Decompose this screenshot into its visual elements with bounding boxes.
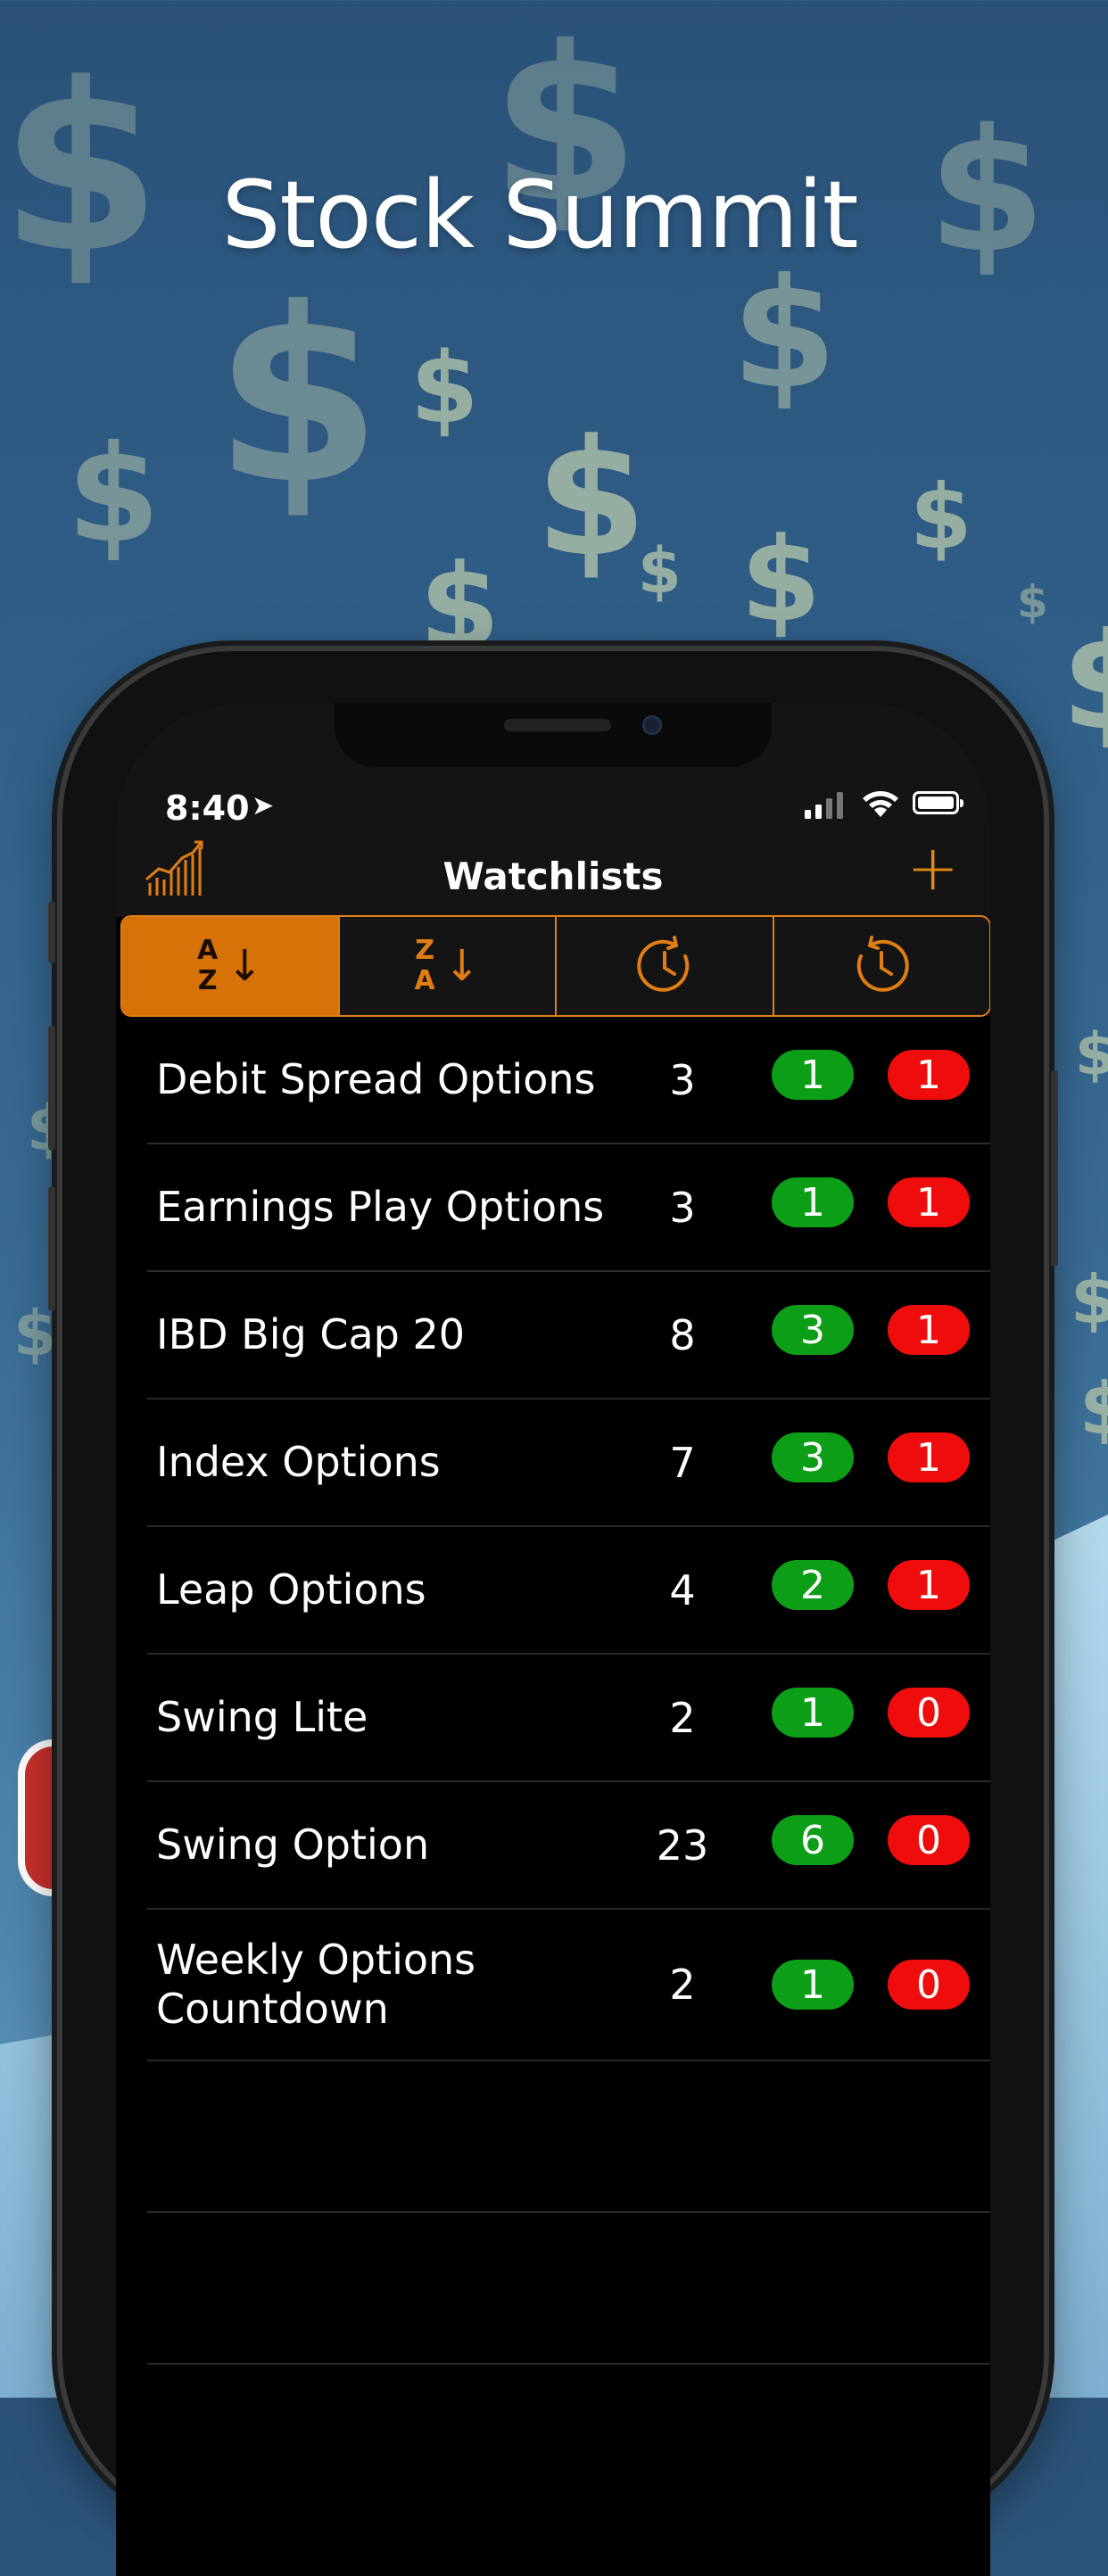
status-time: 8:40 xyxy=(165,788,250,828)
dollar-sign-decoration: $ xyxy=(214,256,382,537)
watchlist-name: Leap Options xyxy=(156,1565,426,1614)
symbol-count: 2 xyxy=(669,1693,696,1742)
symbol-count: 4 xyxy=(669,1565,696,1614)
dollar-sign-decoration: $ xyxy=(1079,1367,1108,1450)
sort-a-z-button[interactable]: A Z ↓ xyxy=(122,917,340,1015)
gainers-badge: 3 xyxy=(772,1305,854,1355)
dollar-sign-decoration: $ xyxy=(1075,1021,1108,1088)
losers-badge: 1 xyxy=(888,1177,970,1227)
watchlist-name: Weekly Options Countdown xyxy=(156,1935,476,2033)
losers-badge: 0 xyxy=(888,1960,970,2010)
watchlist-row[interactable]: IBD Big Cap 20 8 3 1 xyxy=(147,1272,990,1399)
sort-oldest-button[interactable] xyxy=(774,917,990,1015)
gainers-badge: 1 xyxy=(772,1050,854,1100)
dollar-sign-decoration: $ xyxy=(638,534,682,607)
empty-row xyxy=(147,2061,990,2213)
gainers-badge: 1 xyxy=(772,1960,854,2010)
dollar-sign-decoration: $ xyxy=(1017,576,1048,628)
location-arrow-icon: ➤ xyxy=(252,790,275,822)
losers-badge: 1 xyxy=(888,1305,970,1355)
down-arrow-icon: ↓ xyxy=(443,941,480,991)
losers-badge: 1 xyxy=(888,1560,970,1610)
losers-badge: 0 xyxy=(888,1688,970,1738)
gainers-badge: 1 xyxy=(772,1688,854,1738)
gainers-badge: 6 xyxy=(772,1815,854,1865)
symbol-count: 8 xyxy=(669,1310,696,1359)
watchlist-name: Earnings Play Options xyxy=(156,1182,605,1231)
sort-z-a-icon: Z A xyxy=(414,934,435,996)
volume-down-button xyxy=(48,1186,55,1311)
power-button xyxy=(1051,1070,1058,1267)
dollar-sign-decoration: $ xyxy=(1071,1260,1108,1339)
watchlist-row[interactable]: Leap Options 4 2 1 xyxy=(147,1527,990,1655)
watchlist-row[interactable]: Swing Lite 2 1 0 xyxy=(147,1655,990,1782)
watchlist-name: Swing Option xyxy=(156,1820,430,1869)
speaker-grille xyxy=(504,719,611,731)
phone-notch xyxy=(335,703,772,767)
phone-frame: 8:40 ➤ Watchlists + A Z ↓ Z A ↓ Debit Sp… xyxy=(48,651,1058,2576)
navigation-bar: Watchlists + xyxy=(116,828,990,917)
dollar-sign-decoration: $ xyxy=(732,246,838,423)
symbol-count: 2 xyxy=(669,1961,696,2009)
sort-a-z-icon: A Z xyxy=(197,934,219,996)
front-camera xyxy=(642,715,662,735)
dollar-sign-decoration: $ xyxy=(67,417,161,573)
watchlist-row[interactable]: Weekly Options Countdown 2 1 0 xyxy=(147,1910,990,2061)
dollar-sign-decoration: $ xyxy=(410,331,479,445)
dollar-sign-decoration: $ xyxy=(740,512,822,648)
down-arrow-icon: ↓ xyxy=(227,941,263,991)
empty-row xyxy=(147,2213,990,2365)
symbol-count: 3 xyxy=(669,1055,696,1104)
watchlist-row[interactable]: Debit Spread Options 3 1 1 xyxy=(147,1017,990,1144)
volume-up-button xyxy=(48,1026,55,1151)
watchlist-row[interactable]: Swing Option 23 6 0 xyxy=(147,1782,990,1910)
watchlist-name: IBD Big Cap 20 xyxy=(156,1309,465,1358)
gainers-badge: 2 xyxy=(772,1560,854,1610)
phone-screen: 8:40 ➤ Watchlists + A Z ↓ Z A ↓ Debit Sp… xyxy=(116,703,990,2576)
dollar-sign-decoration: $ xyxy=(910,465,972,569)
mute-switch xyxy=(48,901,55,963)
watchlist-name: Index Options xyxy=(156,1437,441,1486)
dollar-sign-decoration: $ xyxy=(535,406,648,592)
add-watchlist-button[interactable]: + xyxy=(906,837,959,899)
losers-badge: 1 xyxy=(888,1432,970,1482)
cellular-signal-icon xyxy=(805,792,843,819)
gainers-badge: 3 xyxy=(772,1432,854,1482)
sort-z-a-button[interactable]: Z A ↓ xyxy=(340,917,557,1015)
clock-forward-icon xyxy=(637,936,689,992)
watchlist-row[interactable]: Index Options 7 3 1 xyxy=(147,1399,990,1527)
sort-segmented-control: A Z ↓ Z A ↓ xyxy=(120,915,990,1017)
wifi-icon xyxy=(863,791,898,817)
clock-history-icon xyxy=(857,936,909,992)
gainers-badge: 1 xyxy=(772,1177,854,1227)
dollar-sign-decoration: $ xyxy=(1062,615,1108,749)
symbol-count: 23 xyxy=(656,1821,709,1870)
watchlist-name: Debit Spread Options xyxy=(156,1054,596,1103)
dollar-sign-decoration: $ xyxy=(419,539,500,674)
losers-badge: 1 xyxy=(888,1050,970,1100)
battery-icon xyxy=(913,791,963,814)
symbol-count: 7 xyxy=(669,1438,696,1487)
symbol-count: 3 xyxy=(669,1183,696,1232)
hero-title: Stock Summit xyxy=(221,161,858,269)
watchlist-row[interactable]: Earnings Play Options 3 1 1 xyxy=(147,1144,990,1272)
losers-badge: 0 xyxy=(888,1815,970,1865)
sort-recent-button[interactable] xyxy=(557,917,774,1015)
dollar-sign-decoration: $ xyxy=(13,1297,57,1370)
page-title: Watchlists xyxy=(442,855,664,898)
watchlist-name: Swing Lite xyxy=(156,1692,368,1741)
